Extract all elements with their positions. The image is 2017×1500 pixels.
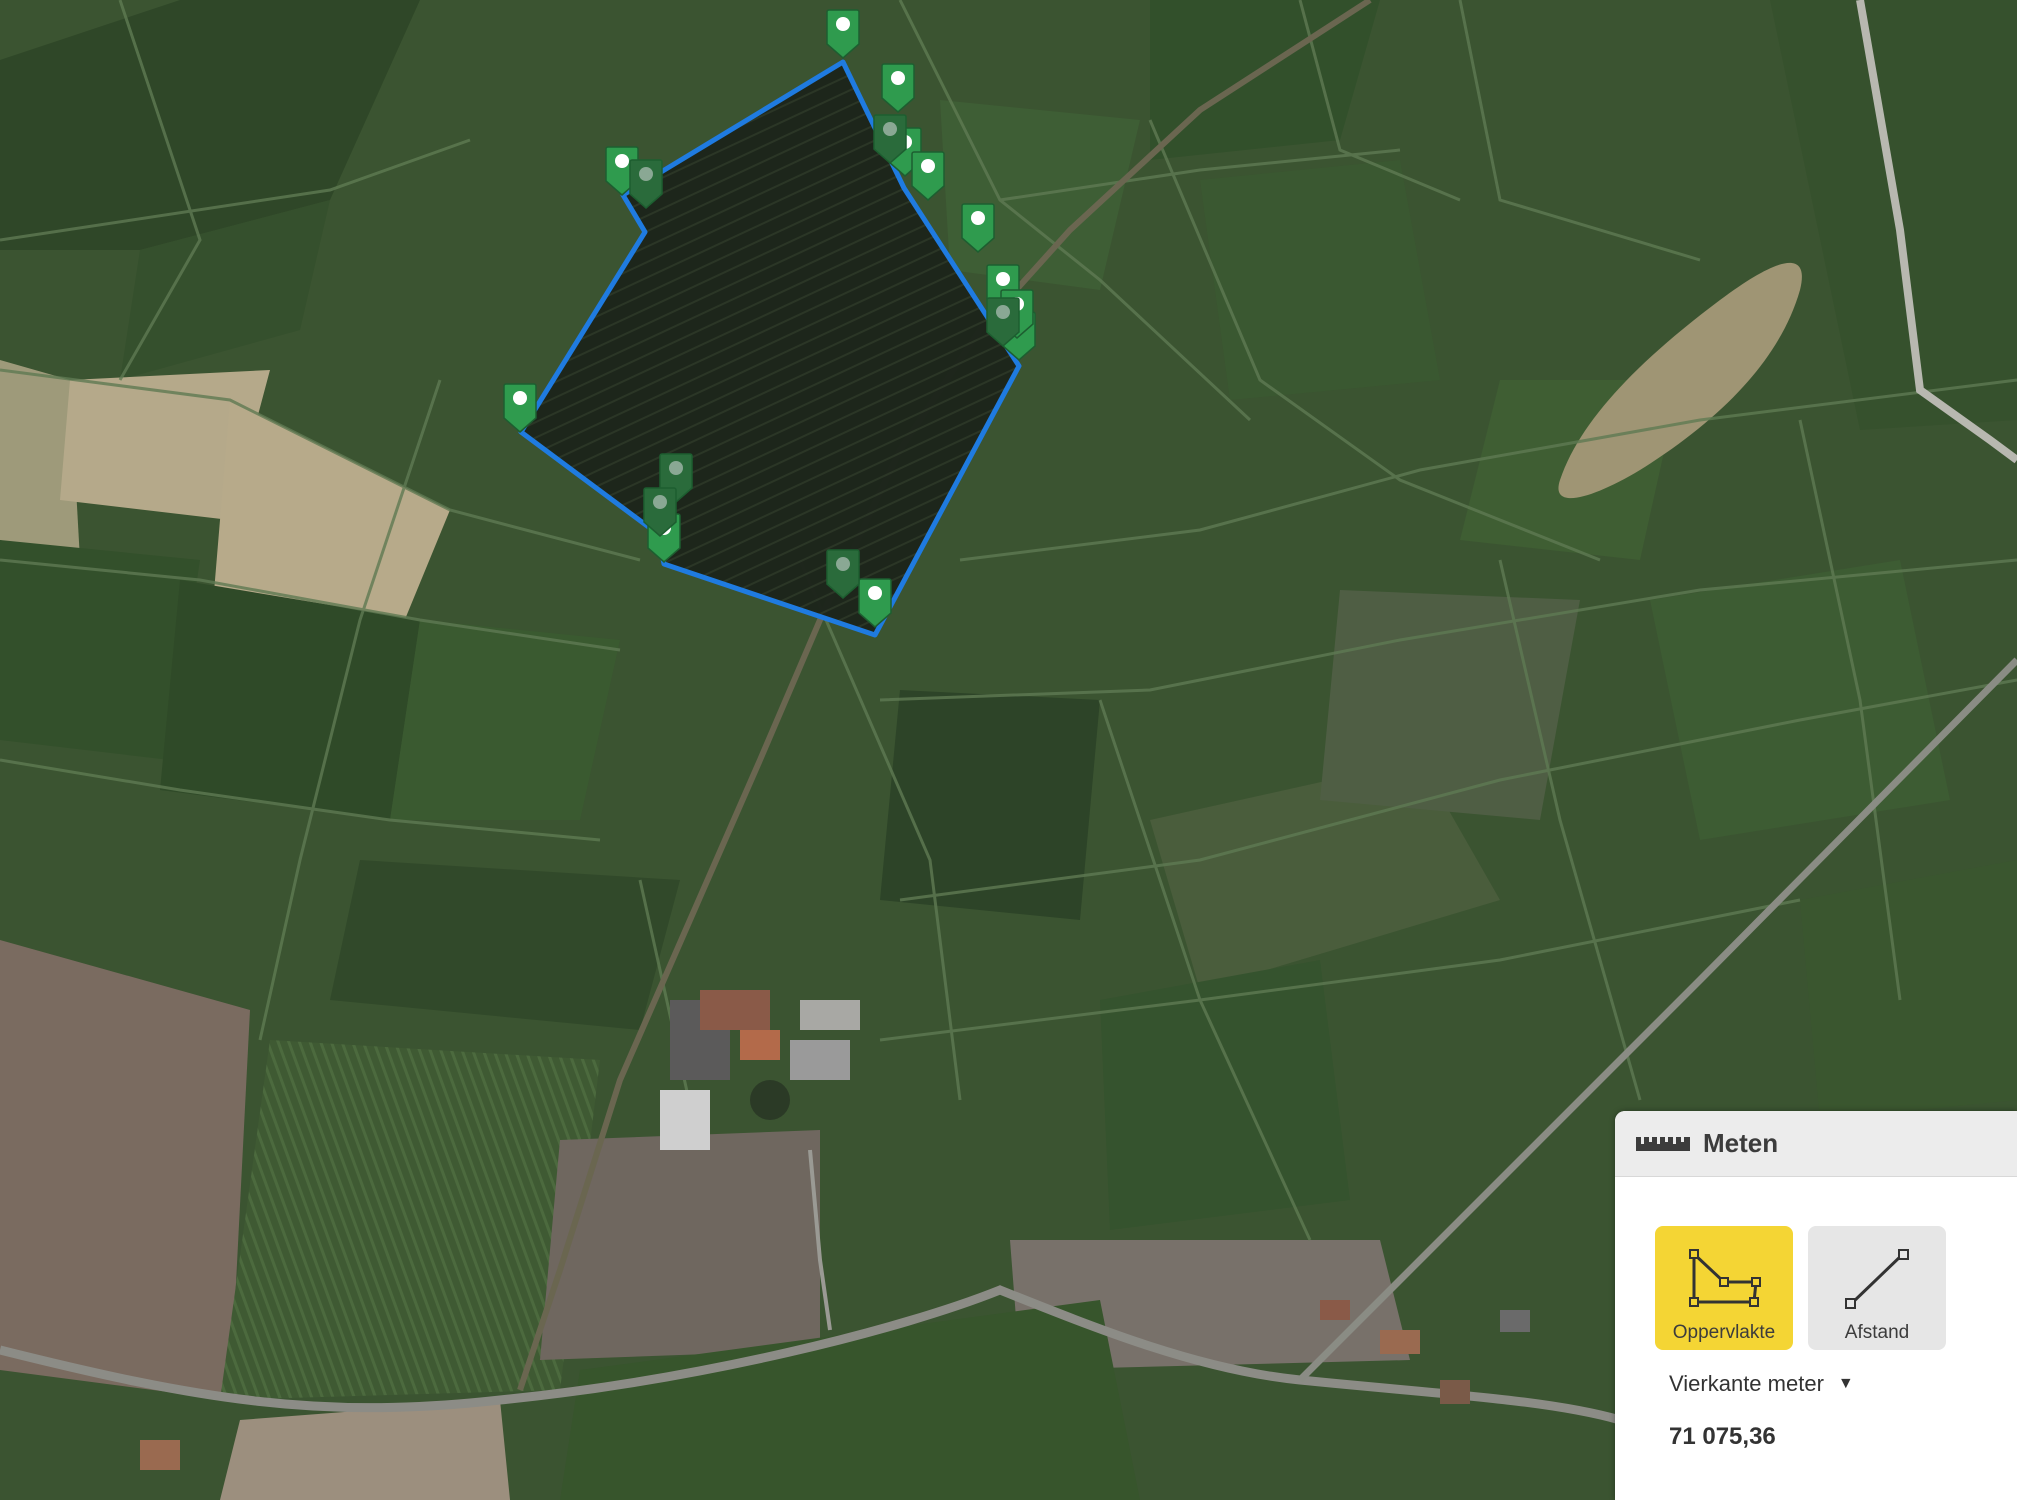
measure-panel: Meten Oppervlakte Afstand Vierkante mete… <box>1615 1111 2017 1500</box>
polygon-area-icon <box>1689 1249 1761 1307</box>
area-tool-button[interactable]: Oppervlakte <box>1655 1226 1793 1350</box>
area-result-value: 71 075,36 <box>1669 1423 1776 1450</box>
area-tool-label: Oppervlakte <box>1672 1322 1776 1343</box>
measure-panel-title: Meten <box>1703 1128 1779 1158</box>
ruler-icon <box>1636 1136 1690 1151</box>
unit-dropdown-value: Vierkante meter <box>1669 1371 1824 1396</box>
caret-down-icon: ▼ <box>1837 1375 1854 1392</box>
distance-tool-label: Afstand <box>1844 1322 1910 1343</box>
unit-dropdown[interactable]: Vierkante meter ▼ <box>1669 1371 1854 1397</box>
distance-tool-button[interactable]: Afstand <box>1808 1226 1946 1350</box>
line-distance-icon <box>1845 1249 1909 1309</box>
measure-panel-header: Meten <box>1615 1111 2017 1177</box>
